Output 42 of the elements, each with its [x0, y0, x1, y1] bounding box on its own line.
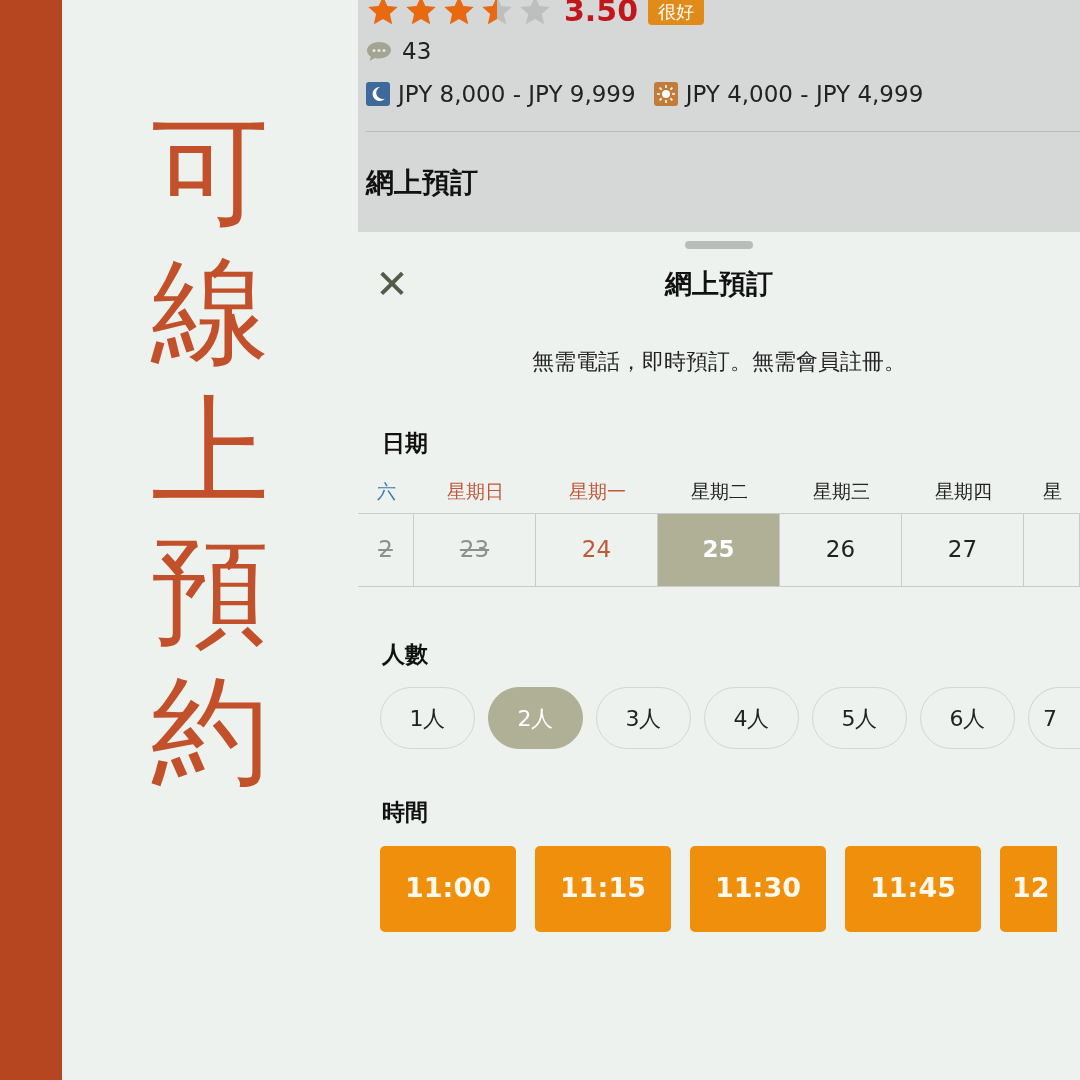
weekday-label: 星期一 — [568, 478, 626, 504]
time-slot-button[interactable]: 11:30 — [690, 845, 826, 932]
weekday-label: 六 — [376, 478, 396, 504]
price-range: JPY 4,000 - JPY 4,999 — [685, 79, 924, 109]
star-icon — [366, 0, 400, 27]
date-cell[interactable]: 27 — [902, 512, 1024, 587]
date-cell[interactable]: 25 — [658, 512, 780, 587]
close-button[interactable]: ✕ — [358, 264, 418, 304]
time-label: 時間 — [381, 798, 429, 827]
moon-icon — [366, 81, 390, 106]
weekday-label: 星期二 — [690, 478, 748, 504]
subtitle: 無需電話，即時預訂。無需會員註冊。 — [531, 348, 907, 376]
headline-character: 線 — [151, 252, 269, 370]
star-icon — [480, 0, 514, 27]
weekday-label: 星期四 — [934, 478, 992, 504]
headline-character: 可 — [151, 112, 269, 230]
weekday-label: 星期日 — [446, 478, 504, 504]
date-cell[interactable] — [1024, 512, 1080, 587]
time-slot-button[interactable]: 11:15 — [535, 845, 671, 932]
party-size-label: 人數 — [381, 639, 429, 669]
section-title: 網上預訂 — [366, 131, 1080, 204]
comment-icon — [366, 40, 392, 63]
price-range: JPY 8,000 - JPY 9,999 — [398, 79, 636, 109]
rating-badge: 很好 — [648, 0, 705, 25]
time-slot-button[interactable]: 11:45 — [845, 845, 981, 932]
star-icon — [442, 0, 476, 27]
weekday-label: 星期三 — [812, 478, 870, 504]
sheet-title: 網上預訂 — [663, 266, 774, 301]
time-slot-button[interactable]: 11:00 — [380, 845, 516, 932]
headline-character: 約 — [151, 672, 269, 790]
date-label: 日期 — [381, 429, 429, 458]
headline-character: 上 — [151, 392, 269, 510]
star-icon — [404, 0, 438, 27]
weekday-label: 星 — [1042, 478, 1062, 504]
review-count: 43 — [402, 37, 432, 66]
sun-icon — [653, 81, 678, 106]
star-icon — [518, 0, 552, 27]
party-size-option[interactable]: 2人 — [488, 687, 583, 749]
time-slot-button[interactable]: 12 — [1000, 845, 1057, 932]
headline-character: 預 — [151, 532, 269, 650]
date-cell[interactable]: 26 — [780, 512, 902, 587]
drag-handle[interactable] — [685, 241, 753, 249]
